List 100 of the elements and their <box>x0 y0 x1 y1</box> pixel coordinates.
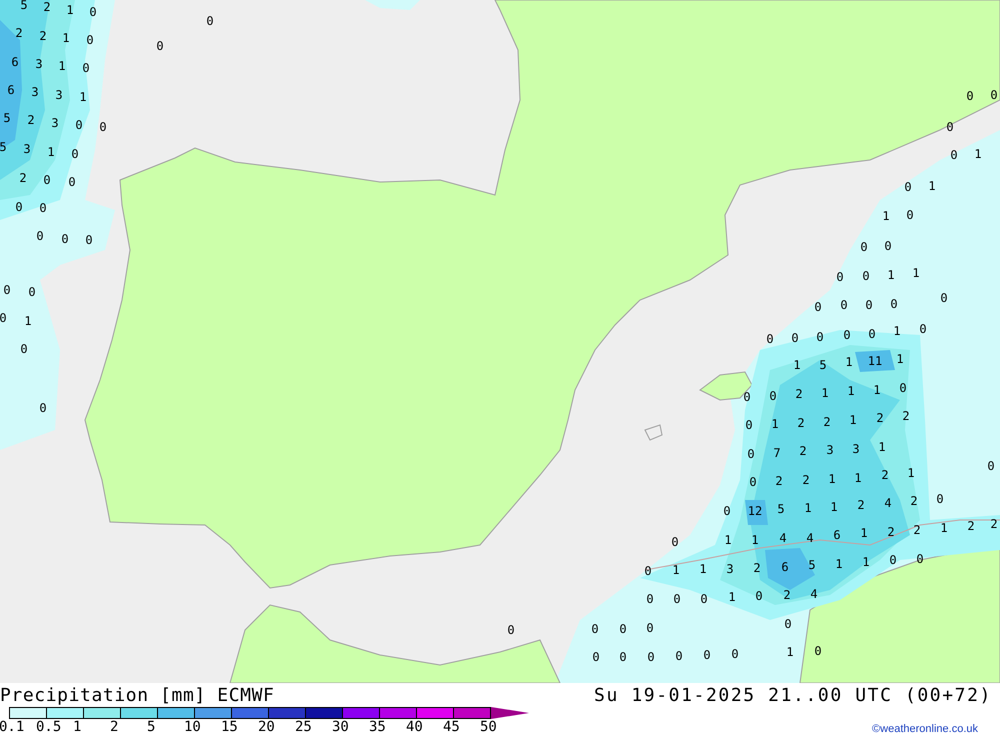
value-label: 0 <box>814 644 822 658</box>
value-label: 3 <box>826 443 834 457</box>
value-label: 0 <box>749 475 757 489</box>
value-label: 2 <box>887 525 895 539</box>
value-label: 0 <box>860 240 868 254</box>
value-label: 1 <box>751 533 759 547</box>
value-label: 0 <box>862 269 870 283</box>
value-label: 1 <box>854 471 862 485</box>
value-label: 0 <box>904 180 912 194</box>
value-label: 0 <box>731 647 739 661</box>
value-label: 0 <box>784 617 792 631</box>
value-label: 1 <box>907 466 915 480</box>
value-label: 0 <box>28 285 36 299</box>
value-label: 1 <box>845 355 853 369</box>
value-label: 2 <box>990 517 998 531</box>
value-label: 0 <box>647 650 655 664</box>
value-label: 2 <box>753 561 761 575</box>
value-label: 0 <box>71 147 79 161</box>
value-label: 0 <box>700 592 708 606</box>
credit-link[interactable]: ©weatheronline.co.uk <box>872 719 1000 733</box>
value-label: 1 <box>847 384 855 398</box>
value-label: 0 <box>889 553 897 567</box>
value-label: 2 <box>913 523 921 537</box>
value-label: 0 <box>766 332 774 346</box>
legend-tick: 15 <box>221 719 239 733</box>
value-label: 2 <box>857 498 865 512</box>
value-label: 1 <box>62 31 70 45</box>
value-label: 0 <box>673 592 681 606</box>
value-label: 0 <box>89 5 97 19</box>
value-label: 0 <box>884 239 892 253</box>
chart-title: Precipitation [mm] ECMWF <box>0 684 274 706</box>
legend-tick: 10 <box>184 719 202 733</box>
value-label: 0 <box>769 389 777 403</box>
value-label: 3 <box>852 442 860 456</box>
value-label: 1 <box>66 3 74 17</box>
value-label: 0 <box>946 120 954 134</box>
value-label: 5 <box>808 558 816 572</box>
value-label: 1 <box>893 324 901 338</box>
value-label: 1 <box>699 562 707 576</box>
value-label: 1 <box>835 557 843 571</box>
value-label: 1 <box>24 314 32 328</box>
value-label: 6 <box>11 55 19 69</box>
value-label: 2 <box>797 416 805 430</box>
value-label: 4 <box>779 531 787 545</box>
value-label: 0 <box>936 492 944 506</box>
value-label: 1 <box>860 526 868 540</box>
value-label: 0 <box>865 298 873 312</box>
value-label: 2 <box>910 494 918 508</box>
value-label: 1 <box>793 358 801 372</box>
value-label: 6 <box>7 83 15 97</box>
value-label: 1 <box>821 386 829 400</box>
value-label: 0 <box>747 447 755 461</box>
value-label: 0 <box>619 622 627 636</box>
legend-tick: 5 <box>147 719 156 733</box>
value-label: 0 <box>646 592 654 606</box>
value-label: 0 <box>987 459 995 473</box>
legend-tick: 40 <box>406 719 424 733</box>
legend-tick: 1 <box>73 719 82 733</box>
value-label: 0 <box>82 61 90 75</box>
value-label: 5 <box>3 111 11 125</box>
value-label: 2 <box>799 444 807 458</box>
legend-tick: 0.1 <box>0 719 26 733</box>
value-label: 5 <box>777 502 785 516</box>
value-label: 2 <box>876 411 884 425</box>
value-label: 3 <box>31 85 39 99</box>
value-label: 0 <box>723 504 731 518</box>
legend-tick: 45 <box>443 719 461 733</box>
value-label: 0 <box>68 175 76 189</box>
value-label: 1 <box>878 440 886 454</box>
value-label: 0 <box>899 381 907 395</box>
value-label: 0 <box>15 200 23 214</box>
value-label: 0 <box>703 648 711 662</box>
value-label: 0 <box>99 120 107 134</box>
value-label: 6 <box>833 528 841 542</box>
value-label: 1 <box>724 533 732 547</box>
value-label: 1 <box>672 563 680 577</box>
value-label: 0 <box>0 311 7 325</box>
value-label: 0 <box>919 322 927 336</box>
value-label: 1 <box>47 145 55 159</box>
value-label: 0 <box>836 270 844 284</box>
legend-tick: 30 <box>332 719 350 733</box>
value-label: 1 <box>928 179 936 193</box>
value-label: 0 <box>675 649 683 663</box>
value-label: 0 <box>36 229 44 243</box>
value-label: 1 <box>862 555 870 569</box>
value-label: 0 <box>816 330 824 344</box>
value-label: 2 <box>15 26 23 40</box>
legend-tick: 2 <box>110 719 120 733</box>
value-label: 2 <box>902 409 910 423</box>
value-label: 0 <box>906 208 914 222</box>
value-label: 1 <box>786 645 794 659</box>
value-label: 0 <box>868 327 876 341</box>
value-label: 1 <box>940 521 948 535</box>
value-label: 2 <box>43 0 51 14</box>
value-label: 0 <box>644 564 652 578</box>
value-label: 1 <box>79 90 87 104</box>
value-label: 0 <box>745 418 753 432</box>
value-label: 2 <box>967 519 975 533</box>
value-label: 1 <box>828 472 836 486</box>
value-label: 5 <box>0 140 7 154</box>
